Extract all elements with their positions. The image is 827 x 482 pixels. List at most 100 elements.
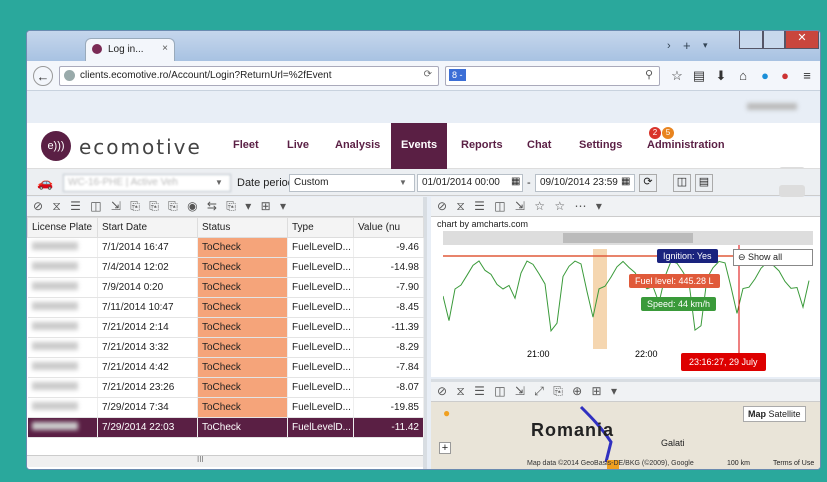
table-row[interactable]: 7/9/2014 0:20 ToCheck FuelLevelD... -7.9… [27,277,424,298]
menu-fleet[interactable]: Fleet [233,139,259,151]
layout-split-icon[interactable]: ◫ [673,174,691,192]
type-cell: FuelLevelD... [287,237,354,258]
layout-list-icon[interactable]: ▤ [695,174,713,192]
reading-list-icon[interactable]: ▤ [689,66,709,86]
zoom-in-icon[interactable]: + [439,442,451,454]
status-cell: ToCheck [197,237,288,258]
type-cell: FuelLevelD... [287,317,354,338]
scroll-grip: III [197,455,204,464]
table-row[interactable]: 7/11/2014 10:47 ToCheck FuelLevelD... -8… [27,297,424,318]
download-icon[interactable]: ⬇ [711,66,731,86]
table-row[interactable]: 7/29/2014 7:34 ToCheck FuelLevelD... -19… [27,397,424,418]
pegman-icon[interactable]: ● [443,406,450,420]
side-toggle-icon[interactable] [779,185,805,197]
satellite-button[interactable]: Satellite [769,409,801,419]
tab-close-icon[interactable]: × [162,43,168,54]
user-name[interactable] [747,103,797,110]
skype-icon[interactable]: ● [755,66,775,86]
horizontal-scrollbar[interactable]: III [27,455,423,467]
adblock-icon[interactable]: ● [775,66,795,86]
table-row[interactable]: 7/21/2014 3:32 ToCheck FuelLevelD... -8.… [27,337,424,358]
column-header[interactable]: License Plate [27,217,98,238]
message-badge[interactable]: 5 [662,127,674,139]
chevron-down-icon[interactable]: ▼ [399,178,407,187]
menu-events[interactable]: Events [391,123,448,169]
chevron-down-icon[interactable]: ▼ [215,178,223,187]
back-icon[interactable]: ← [33,66,53,86]
start-date-cell: 7/21/2014 2:14 [97,317,198,338]
type-cell: FuelLevelD... [287,357,354,378]
table-row[interactable]: 7/29/2014 22:03 ToCheck FuelLevelD... -1… [27,417,424,438]
chart-credit[interactable]: chart by amcharts.com [437,219,528,229]
start-date-cell: 7/21/2014 3:32 [97,337,198,358]
bookmark-star-icon[interactable]: ☆ [667,66,687,86]
menu-reports[interactable]: Reports [461,139,503,151]
terms-link[interactable]: Terms of Use [773,460,814,467]
map-canvas[interactable]: Romania Galati Map Satellite + ● Map dat… [431,402,820,469]
filter-toolbar: 🚗 WC-16-PHE | Active Veh ▼ Date period C… [27,169,820,197]
column-header[interactable]: Start Date [97,217,198,238]
status-cell: ToCheck [197,297,288,318]
status-cell: ToCheck [197,257,288,278]
type-cell: FuelLevelD... [287,337,354,358]
type-cell: FuelLevelD... [287,297,354,318]
site-info-icon[interactable] [64,70,75,81]
plate-cell [27,377,98,398]
value-cell: -7.84 [353,357,424,378]
address-bar[interactable]: clients.ecomotive.ro/Account/Login?Retur… [59,66,439,86]
calendar-icon[interactable]: ▦ [511,176,520,187]
grid-toolbar[interactable]: ⊘ ⧖ ☰ ◫ ⇲ ⎘ ⎘ ⎘ ◉ ⇆ ⎘ ▾ ⊞ ▾ [27,197,423,217]
menu-analysis[interactable]: Analysis [335,139,380,151]
plate-cell [27,357,98,378]
start-date-cell: 7/4/2014 12:02 [97,257,198,278]
vehicle-select[interactable]: WC-16-PHE | Active Veh [63,174,231,192]
home-icon[interactable]: ⌂ [733,66,753,86]
status-cell: ToCheck [197,377,288,398]
map-city-label: Galati [661,438,685,448]
browser-tab[interactable]: Log in... × [85,38,175,61]
menu-icon[interactable]: ≡ [797,66,817,86]
minimize-button[interactable] [739,31,763,49]
menu-live[interactable]: Live [287,139,309,151]
calendar-icon[interactable]: ▦ [621,176,630,187]
table-row[interactable]: 7/21/2014 23:26 ToCheck FuelLevelD... -8… [27,377,424,398]
close-window-button[interactable]: ✕ [785,31,819,49]
tab-scroll-icon[interactable]: › [667,40,671,52]
plate-cell [27,337,98,358]
date-period-label: Date period [237,177,294,189]
map-button[interactable]: Map [748,409,766,419]
date-from-input[interactable]: 01/01/2014 00:00 [417,174,523,192]
type-cell: FuelLevelD... [287,277,354,298]
date-period-select[interactable]: Custom [289,174,415,192]
show-all-button[interactable]: ⊖ Show all [733,249,813,266]
table-row[interactable]: 7/21/2014 2:14 ToCheck FuelLevelD... -11… [27,317,424,338]
table-row[interactable]: 7/4/2014 12:02 ToCheck FuelLevelD... -14… [27,257,424,278]
search-engine-icon[interactable]: 8 - [449,69,466,81]
value-cell: -8.29 [353,337,424,358]
start-date-cell: 7/11/2014 10:47 [97,297,198,318]
app-header: e))) ecomotive Fleet Live Analysis Event… [27,103,820,179]
map-type-toggle[interactable]: Map Satellite [743,406,806,422]
chart-toolbar[interactable]: ⊘ ⧖ ☰ ◫ ⇲ ☆ ☆ ⋯ ▾ [431,197,820,217]
maximize-button[interactable] [763,31,785,49]
menu-chat[interactable]: Chat [527,139,551,151]
notification-badge[interactable]: 2 [649,127,661,139]
map-toolbar[interactable]: ⊘ ⧖ ☰ ◫ ⇲ ⤢ ⎘ ⊕ ⊞ ▾ [431,382,820,402]
table-row[interactable]: 7/21/2014 4:42 ToCheck FuelLevelD... -7.… [27,357,424,378]
refresh-button[interactable]: ⟳ [639,174,657,192]
new-tab-icon[interactable]: + [683,38,691,53]
status-cell: ToCheck [197,357,288,378]
menu-administration[interactable]: Administration [647,139,725,151]
menu-settings[interactable]: Settings [579,139,622,151]
search-icon[interactable]: ⚲ [645,68,653,81]
chart-scroll-range[interactable] [563,233,693,243]
tab-list-icon[interactable]: ▾ [703,40,708,51]
table-row[interactable]: 7/1/2014 16:47 ToCheck FuelLevelD... -9.… [27,237,424,258]
date-to-input[interactable]: 09/10/2014 23:59 [535,174,635,192]
search-bar[interactable]: 8 - ⚲ [445,66,660,86]
column-header[interactable]: Value (nu [353,217,424,238]
reload-icon[interactable]: ⟳ [424,69,432,80]
status-cell: ToCheck [197,337,288,358]
column-header[interactable]: Type [287,217,354,238]
column-header[interactable]: Status [197,217,288,238]
